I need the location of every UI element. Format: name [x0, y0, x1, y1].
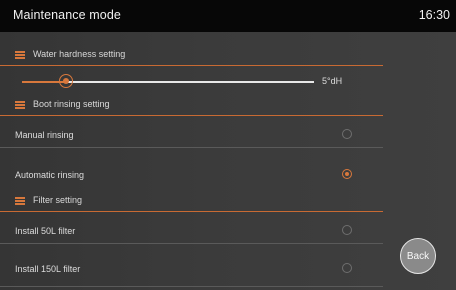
radio-button[interactable]: [342, 169, 352, 179]
maintenance-screen: Maintenance mode 16:30 Water hardness se…: [0, 0, 456, 290]
section-header-boot-rinsing: Boot rinsing setting: [0, 95, 383, 116]
section-header-water-hardness: Water hardness setting: [0, 45, 383, 66]
back-button[interactable]: Back: [400, 238, 436, 274]
divider: [0, 286, 383, 290]
option-install-50l-filter[interactable]: Install 50L filter: [0, 218, 383, 244]
menu-lines-icon: [15, 197, 25, 205]
radio-button[interactable]: [342, 129, 352, 139]
menu-lines-icon: [15, 101, 25, 109]
clock: 16:30: [418, 8, 450, 22]
option-label: Manual rinsing: [15, 130, 74, 140]
option-install-150l-filter[interactable]: Install 150L filter: [0, 256, 383, 282]
slider-value: 5°dH: [322, 76, 343, 86]
option-label: Install 50L filter: [15, 226, 76, 236]
title-bar: Maintenance mode 16:30: [0, 0, 456, 32]
divider: [0, 147, 383, 148]
slider-thumb[interactable]: [58, 74, 73, 88]
section-label-boot-rinsing: Boot rinsing setting: [33, 99, 110, 109]
option-label: Automatic rinsing: [15, 170, 85, 180]
section-label-filter: Filter setting: [33, 195, 83, 205]
settings-content: Water hardness setting 5°dH Boot rinsing…: [0, 32, 456, 290]
divider: [0, 243, 383, 244]
menu-lines-icon: [15, 51, 25, 59]
radio-button[interactable]: [342, 225, 352, 235]
section-label-water-hardness: Water hardness setting: [33, 49, 126, 59]
option-manual-rinsing[interactable]: Manual rinsing: [0, 122, 383, 148]
radio-button[interactable]: [342, 263, 352, 273]
water-hardness-slider-row: 5°dH: [0, 70, 383, 92]
option-automatic-rinsing[interactable]: Automatic rinsing: [0, 162, 383, 188]
section-header-filter: Filter setting: [0, 191, 383, 212]
page-title: Maintenance mode: [13, 8, 121, 22]
option-label: Install 150L filter: [15, 264, 81, 274]
